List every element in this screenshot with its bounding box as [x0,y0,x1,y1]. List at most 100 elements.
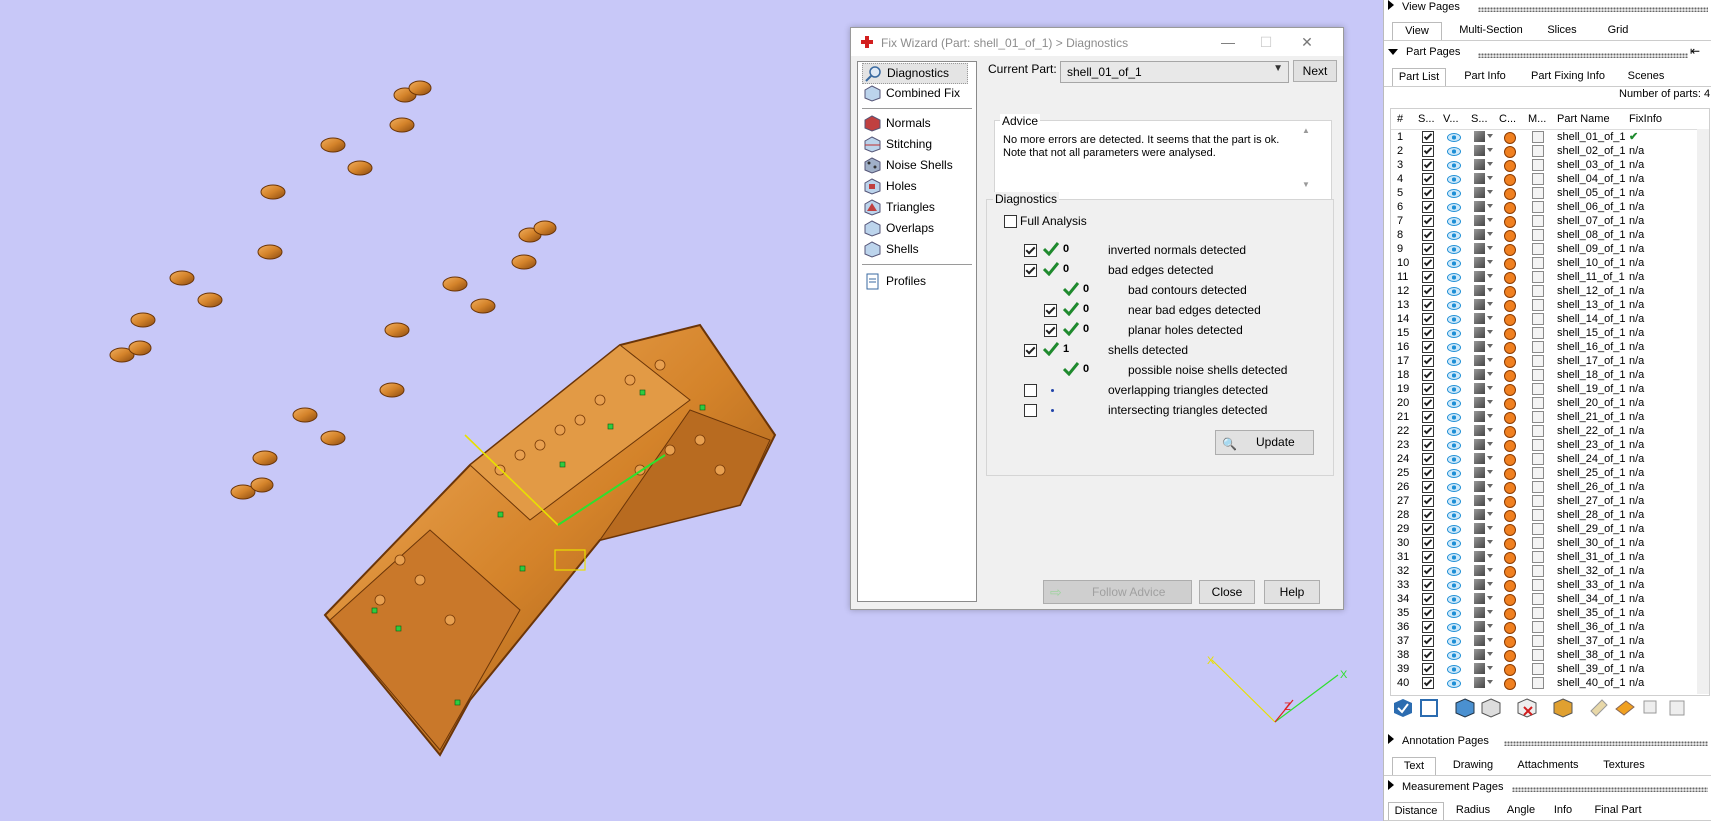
current-part-select[interactable]: shell_01_of_1 ▼ [1060,61,1289,83]
col-shading[interactable]: S... [1471,113,1488,125]
color-swatch-icon[interactable] [1504,678,1516,690]
chevron-down-icon[interactable] [1487,148,1493,152]
mesh-box-icon[interactable] [1532,229,1544,241]
tab-final-part[interactable]: Final Part [1588,802,1648,819]
tab-part-info[interactable]: Part Info [1460,68,1510,85]
chevron-down-icon[interactable] [1487,680,1493,684]
view-pages-header[interactable]: View Pages [1388,0,1460,16]
mesh-box-icon[interactable] [1532,299,1544,311]
eye-icon[interactable] [1447,245,1461,254]
table-row[interactable]: 17 shell_17_of_1 n/a [1391,354,1709,368]
nav-item-normals[interactable]: Normals [862,114,931,133]
chevron-down-icon[interactable] [1487,610,1493,614]
mesh-box-icon[interactable] [1532,285,1544,297]
table-row[interactable]: 23 shell_23_of_1 n/a [1391,438,1709,452]
shading-cube-icon[interactable] [1474,425,1485,436]
chevron-down-icon[interactable] [1487,190,1493,194]
chevron-down-icon[interactable] [1487,456,1493,460]
color-swatch-icon[interactable] [1504,622,1516,634]
eye-icon[interactable] [1447,665,1461,674]
select-checkbox[interactable] [1422,579,1434,591]
mesh-box-icon[interactable] [1532,579,1544,591]
eye-icon[interactable] [1447,343,1461,352]
mesh-box-icon[interactable] [1532,663,1544,675]
select-checkbox[interactable] [1422,509,1434,521]
full-analysis-checkbox[interactable] [1004,215,1017,228]
chevron-down-icon[interactable] [1487,386,1493,390]
shading-cube-icon[interactable] [1474,187,1485,198]
table-row[interactable]: 37 shell_37_of_1 n/a [1391,634,1709,648]
mesh-box-icon[interactable] [1532,551,1544,563]
color-swatch-icon[interactable] [1504,664,1516,676]
chevron-down-icon[interactable] [1487,204,1493,208]
eye-icon[interactable] [1447,371,1461,380]
color-swatch-icon[interactable] [1504,188,1516,200]
table-row[interactable]: 24 shell_24_of_1 n/a [1391,452,1709,466]
eye-icon[interactable] [1447,175,1461,184]
select-checkbox[interactable] [1422,677,1434,689]
chevron-down-icon[interactable] [1487,400,1493,404]
shading-cube-icon[interactable] [1474,607,1485,618]
eye-icon[interactable] [1447,287,1461,296]
color-swatch-icon[interactable] [1504,398,1516,410]
inverted-normals-checkbox[interactable] [1024,244,1037,257]
delete-part-icon[interactable] [1516,697,1538,719]
select-checkbox[interactable] [1422,439,1434,451]
select-checkbox[interactable] [1422,411,1434,423]
near-bad-edges-checkbox[interactable] [1044,304,1057,317]
eye-icon[interactable] [1447,399,1461,408]
intersecting-triangles-checkbox[interactable] [1024,404,1037,417]
table-row[interactable]: 19 shell_19_of_1 n/a [1391,382,1709,396]
shading-cube-icon[interactable] [1474,509,1485,520]
col-fixinfo[interactable]: FixInfo [1629,113,1662,125]
color-swatch-icon[interactable] [1504,216,1516,228]
pin-icon[interactable]: ⇤ [1690,44,1700,58]
color-swatch-icon[interactable] [1504,132,1516,144]
table-scrollbar[interactable] [1697,129,1709,694]
merge-parts-icon[interactable] [1552,697,1574,719]
color-swatch-icon[interactable] [1504,272,1516,284]
chevron-down-icon[interactable] [1487,218,1493,222]
overlapping-triangles-checkbox[interactable] [1024,384,1037,397]
nav-item-profiles[interactable]: Profiles [862,272,926,291]
table-row[interactable]: 33 shell_33_of_1 n/a [1391,578,1709,592]
select-checkbox[interactable] [1422,215,1434,227]
color-swatch-icon[interactable] [1504,146,1516,158]
mesh-box-icon[interactable] [1532,495,1544,507]
label-icon[interactable] [1588,697,1610,719]
eye-icon[interactable] [1447,637,1461,646]
chevron-down-icon[interactable] [1487,582,1493,586]
chevron-down-icon[interactable] [1487,316,1493,320]
select-checkbox[interactable] [1422,173,1434,185]
eye-icon[interactable] [1447,483,1461,492]
select-checkbox[interactable] [1422,271,1434,283]
select-checkbox[interactable] [1422,369,1434,381]
chevron-down-icon[interactable] [1487,414,1493,418]
tab-textures[interactable]: Textures [1598,757,1650,774]
shading-cube-icon[interactable] [1474,243,1485,254]
table-row[interactable]: 20 shell_20_of_1 n/a [1391,396,1709,410]
eye-icon[interactable] [1447,553,1461,562]
color-swatch-icon[interactable] [1504,412,1516,424]
select-checkbox[interactable] [1422,523,1434,535]
mesh-box-icon[interactable] [1532,453,1544,465]
eye-icon[interactable] [1447,679,1461,688]
table-row[interactable]: 22 shell_22_of_1 n/a [1391,424,1709,438]
table-row[interactable]: 8 shell_08_of_1 n/a [1391,228,1709,242]
part-pages-header[interactable]: Part Pages [1388,46,1460,62]
shading-cube-icon[interactable] [1474,481,1485,492]
color-swatch-icon[interactable] [1504,440,1516,452]
mesh-box-icon[interactable] [1532,523,1544,535]
chevron-down-icon[interactable] [1487,246,1493,250]
eye-icon[interactable] [1447,189,1461,198]
table-row[interactable]: 34 shell_34_of_1 n/a [1391,592,1709,606]
color-swatch-icon[interactable] [1504,566,1516,578]
annotation-pages-header[interactable]: Annotation Pages [1388,734,1489,750]
select-checkbox[interactable] [1422,537,1434,549]
col-visible[interactable]: V... [1443,113,1459,125]
eye-icon[interactable] [1447,147,1461,156]
select-checkbox[interactable] [1422,257,1434,269]
measurement-pages-header[interactable]: Measurement Pages [1388,780,1504,796]
color-swatch-icon[interactable] [1504,202,1516,214]
chevron-down-icon[interactable] [1487,596,1493,600]
